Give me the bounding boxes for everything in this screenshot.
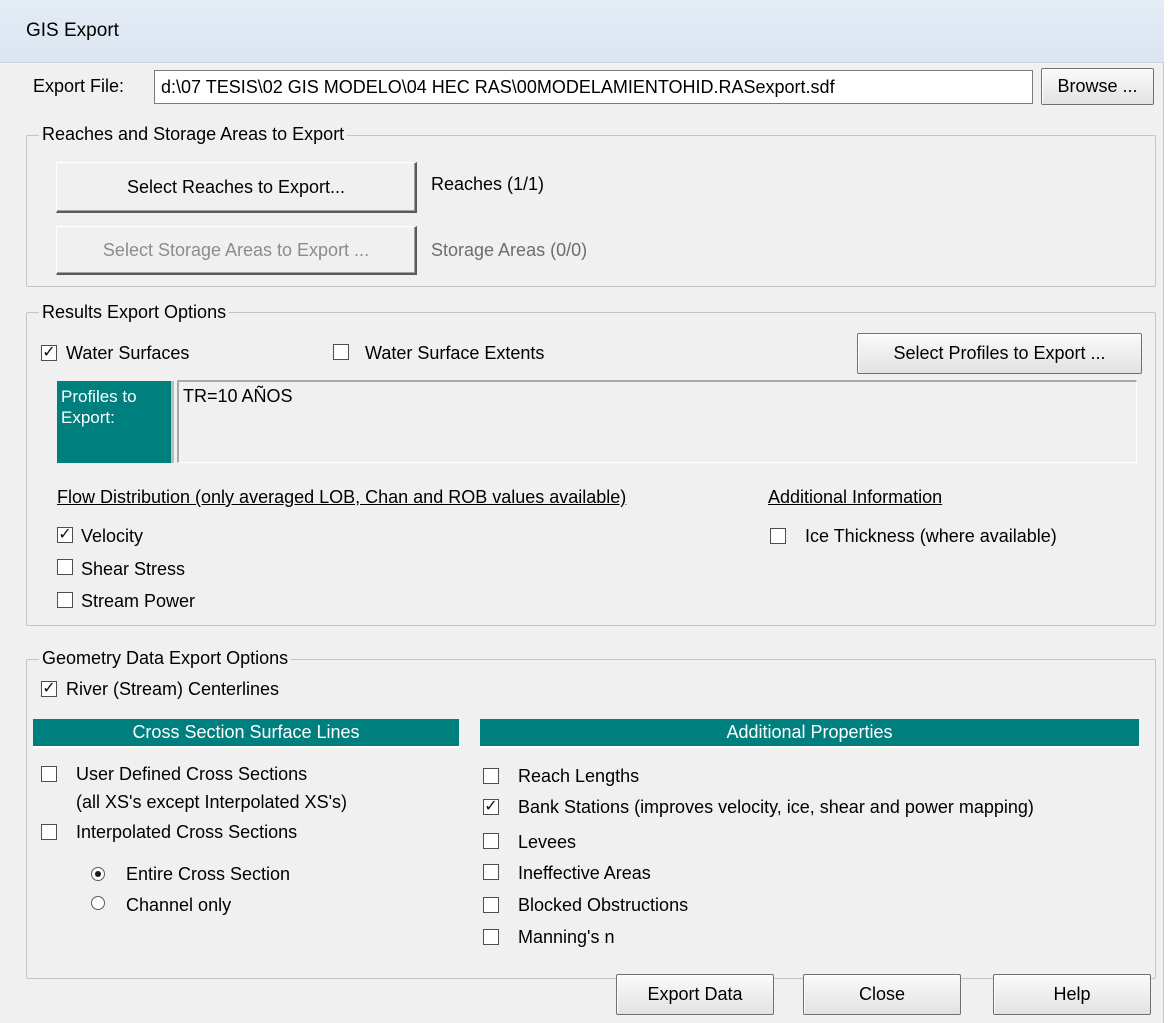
- export-data-button[interactable]: Export Data: [616, 974, 774, 1015]
- check-mark-icon: ✓: [42, 344, 56, 361]
- channel-only-radio[interactable]: [91, 896, 105, 910]
- reach-lengths-label: Reach Lengths: [518, 766, 640, 786]
- reaches-group-title: Reaches and Storage Areas to Export: [39, 124, 348, 145]
- select-profiles-button[interactable]: Select Profiles to Export ...: [857, 333, 1142, 374]
- help-button[interactable]: Help: [993, 974, 1151, 1015]
- browse-button[interactable]: Browse ...: [1041, 68, 1154, 105]
- blocked-obstructions-checkbox[interactable]: [483, 897, 499, 913]
- select-reaches-button[interactable]: Select Reaches to Export...: [56, 162, 417, 213]
- geometry-group-title: Geometry Data Export Options: [39, 648, 292, 669]
- export-file-input[interactable]: d:\07 TESIS\02 GIS MODELO\04 HEC RAS\00M…: [154, 70, 1033, 104]
- profiles-header-line2: Export:: [61, 408, 115, 427]
- bank-stations-checkbox[interactable]: ✓: [483, 799, 499, 815]
- reach-lengths-checkbox[interactable]: [483, 768, 499, 784]
- profiles-list[interactable]: TR=10 AÑOS: [177, 380, 1137, 463]
- profile-item[interactable]: TR=10 AÑOS: [183, 386, 293, 407]
- water-surfaces-checkbox[interactable]: ✓: [41, 345, 57, 361]
- user-defined-xs-note: (all XS's except Interpolated XS's): [76, 792, 348, 812]
- shear-stress-label: Shear Stress: [81, 559, 186, 579]
- mannings-n-label: Manning's n: [518, 927, 615, 947]
- additional-properties-header: Additional Properties: [480, 719, 1139, 748]
- entire-cross-section-label: Entire Cross Section: [126, 864, 291, 884]
- velocity-label: Velocity: [81, 526, 144, 546]
- flow-distribution-heading: Flow Distribution (only averaged LOB, Ch…: [57, 487, 627, 507]
- river-centerlines-label: River (Stream) Centerlines: [66, 679, 280, 699]
- close-button[interactable]: Close: [803, 974, 961, 1015]
- ineffective-areas-label: Ineffective Areas: [518, 863, 651, 883]
- results-group-title: Results Export Options: [39, 302, 230, 323]
- profiles-header-line1: Profiles to: [61, 387, 137, 406]
- additional-information-heading: Additional Information: [768, 487, 943, 507]
- velocity-checkbox[interactable]: ✓: [57, 527, 73, 543]
- export-file-label: Export File:: [33, 76, 125, 96]
- user-defined-xs-label: User Defined Cross Sections: [76, 764, 308, 784]
- ice-thickness-label: Ice Thickness (where available): [805, 526, 1057, 546]
- user-defined-xs-checkbox[interactable]: [41, 766, 57, 782]
- stream-power-label: Stream Power: [81, 591, 196, 611]
- water-surface-extents-checkbox[interactable]: [333, 344, 349, 360]
- blocked-obstructions-label: Blocked Obstructions: [518, 895, 689, 915]
- mannings-n-checkbox[interactable]: [483, 929, 499, 945]
- river-centerlines-checkbox[interactable]: ✓: [41, 681, 57, 697]
- check-mark-icon: ✓: [58, 526, 72, 543]
- interpolated-xs-label: Interpolated Cross Sections: [76, 822, 298, 842]
- ineffective-areas-checkbox[interactable]: [483, 864, 499, 880]
- check-mark-icon: ✓: [484, 798, 498, 815]
- window-title: GIS Export: [26, 20, 119, 41]
- shear-stress-checkbox[interactable]: [57, 559, 73, 575]
- levees-label: Levees: [518, 832, 577, 852]
- channel-only-label: Channel only: [126, 895, 232, 915]
- stream-power-checkbox[interactable]: [57, 592, 73, 608]
- reaches-status: Reaches (1/1): [431, 174, 545, 194]
- water-surface-extents-label: Water Surface Extents: [365, 343, 545, 363]
- radio-dot-icon: [95, 871, 101, 877]
- check-mark-icon: ✓: [42, 680, 56, 697]
- bank-stations-label: Bank Stations (improves velocity, ice, s…: [518, 797, 1034, 817]
- storage-areas-status: Storage Areas (0/0): [431, 240, 588, 260]
- ice-thickness-checkbox[interactable]: [770, 528, 786, 544]
- cross-section-surface-lines-header: Cross Section Surface Lines: [33, 719, 459, 748]
- entire-cross-section-radio[interactable]: [91, 867, 105, 881]
- interpolated-xs-checkbox[interactable]: [41, 824, 57, 840]
- water-surfaces-label: Water Surfaces: [66, 343, 190, 363]
- select-storage-areas-button[interactable]: Select Storage Areas to Export ...: [56, 226, 417, 275]
- gis-export-dialog: GIS Export Export File: d:\07 TESIS\02 G…: [0, 0, 1164, 1023]
- levees-checkbox[interactable]: [483, 833, 499, 849]
- title-bar[interactable]: GIS Export: [0, 0, 1164, 63]
- profiles-header: Profiles to Export:: [57, 381, 174, 463]
